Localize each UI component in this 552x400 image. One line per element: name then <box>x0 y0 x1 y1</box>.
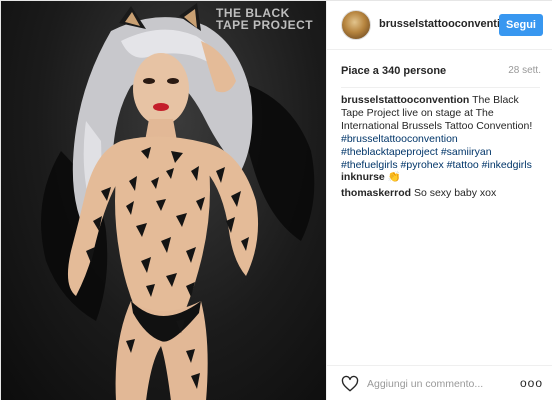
header-username[interactable]: brusselstattooconvention <box>379 18 513 30</box>
comment-text: 👏 <box>387 171 401 183</box>
post-date[interactable]: 28 sett. <box>508 65 541 76</box>
brand-watermark: THE BLACK TAPE PROJECT <box>216 7 314 32</box>
caption-username[interactable]: brusselstattooconvention <box>341 94 469 106</box>
watermark-line: TAPE PROJECT <box>216 18 314 32</box>
post-image <box>41 3 315 400</box>
comment-item: thomaskerrod So sexy baby xox <box>341 187 544 200</box>
comment-text: So sexy baby xox <box>413 187 497 199</box>
likes-count[interactable]: Piace a 340 persone <box>341 65 446 77</box>
more-options-icon[interactable]: ooo <box>520 376 542 392</box>
comment-username[interactable]: thomaskerrod <box>341 187 411 199</box>
post-photo[interactable]: THE BLACK TAPE PROJECT <box>1 1 326 400</box>
avatar[interactable] <box>341 10 371 40</box>
comment-footer: ooo <box>327 365 552 400</box>
follow-button[interactable]: Segui <box>499 14 543 36</box>
likes-row: Piace a 340 persone 28 sett. <box>341 65 541 81</box>
divider <box>341 87 540 88</box>
caption-hashtags[interactable]: #brusseltattooconvention #theblacktapepr… <box>341 133 532 171</box>
post-header: brusselstattooconvention Segui <box>327 1 552 50</box>
comment-input[interactable] <box>367 376 507 392</box>
comment-username[interactable]: inknurse <box>341 171 385 183</box>
comment-item: inknurse 👏 <box>341 171 544 184</box>
heart-outline-icon[interactable] <box>341 375 359 393</box>
post-side-panel: brusselstattooconvention Segui Piace a 3… <box>326 1 552 400</box>
post-caption: brusselstattooconvention The Black Tape … <box>341 94 544 172</box>
post-container: THE BLACK TAPE PROJECT brusselstattoocon… <box>0 0 552 400</box>
